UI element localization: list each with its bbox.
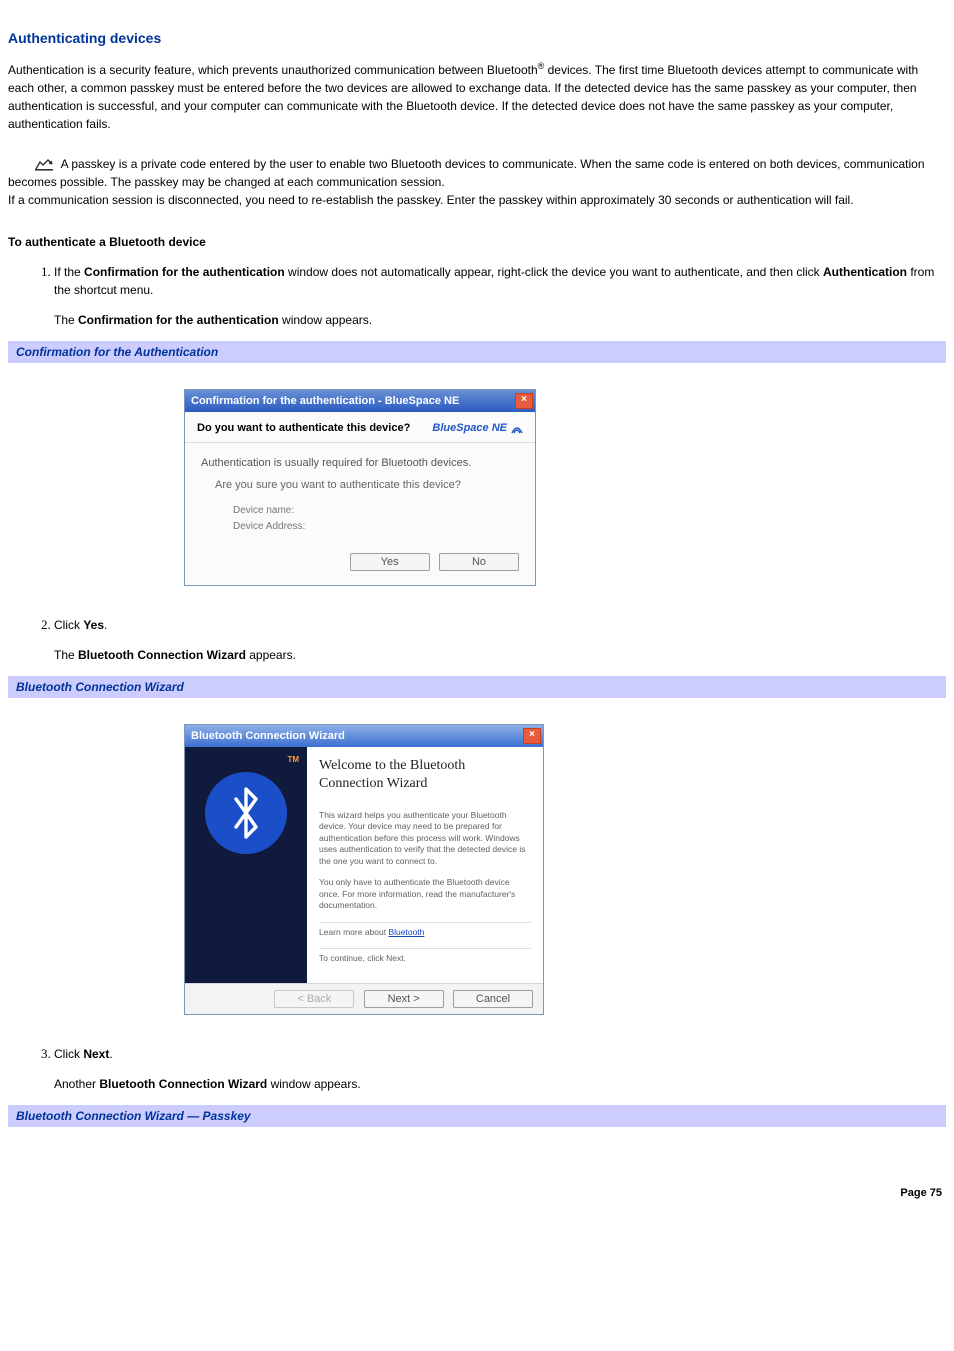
screenshot-wizard-wrapper: Bluetooth Connection Wizard × TM Welcome… [8,698,946,1045]
caption-bar-passkey: Bluetooth Connection Wizard — Passkey [8,1105,946,1127]
step3-follow-a: Another [54,1077,99,1091]
bluespace-logo-text: BlueSpace NE [432,422,507,434]
confirmation-titlebar: Confirmation for the authentication - Bl… [185,390,535,412]
no-button[interactable]: No [439,553,519,571]
signal-icon [511,422,523,434]
wizard-main: Welcome to the Bluetooth Connection Wiza… [307,747,543,983]
bluetooth-icon [205,772,287,854]
bluespace-logo: BlueSpace NE [432,422,523,434]
next-button[interactable]: Next > [364,990,444,1008]
tm-mark: TM [287,755,299,764]
confirmation-button-row: Yes No [185,545,535,585]
note-paragraph-2: If a communication session is disconnect… [8,193,854,207]
note-paragraph-1: A passkey is a private code entered by t… [8,157,925,189]
step2-bold: Yes [83,618,104,632]
wizard-paragraph-2: You only have to authenticate the Blueto… [319,877,531,911]
wizard-welcome-title: Welcome to the Bluetooth Connection Wiza… [319,757,531,792]
wizard-p3-text: Learn more about [319,927,388,937]
intro-paragraph: Authentication is a security feature, wh… [8,60,946,133]
step3-text-a: Click [54,1047,83,1061]
wizard-button-row: < Back Next > Cancel [185,983,543,1014]
page-heading: Authenticating devices [8,30,946,46]
back-button: < Back [274,990,354,1008]
step1-follow-bold: Confirmation for the authentication [78,313,279,327]
confirmation-dialog: Confirmation for the authentication - Bl… [184,389,536,586]
note-icon [34,158,56,172]
step-1: If the Confirmation for the authenticati… [54,263,946,327]
confirmation-title-text: Confirmation for the authentication - Bl… [191,395,459,407]
bluetooth-link[interactable]: Bluetooth [388,927,424,937]
steps-list-3: Click Next. Another Bluetooth Connection… [8,1045,946,1091]
wizard-sep-1 [319,922,531,923]
confirmation-line2: Are you sure you want to authenticate th… [215,479,519,491]
confirmation-line1: Authentication is usually required for B… [201,457,519,469]
step1-bold-window: Confirmation for the authentication [84,265,285,279]
step3-text-c: . [109,1047,112,1061]
page-footer: Page 75 [8,1187,946,1199]
step1-follow-a: The [54,313,78,327]
device-address-label: Device Address: [233,519,519,535]
wizard-sidebar: TM [185,747,307,983]
step2-follow-a: The [54,648,78,662]
wizard-sep-2 [319,948,531,949]
step1-bold-menu: Authentication [823,265,907,279]
caption-bar-wizard: Bluetooth Connection Wizard [8,676,946,698]
step3-follow-bold: Bluetooth Connection Wizard [99,1077,267,1091]
yes-button[interactable]: Yes [350,553,430,571]
steps-list-2: Click Yes. The Bluetooth Connection Wiza… [8,616,946,662]
wizard-paragraph-3: Learn more about Bluetooth [319,927,531,938]
wizard-title-text: Bluetooth Connection Wizard [191,730,345,742]
screenshot-confirmation-wrapper: Confirmation for the authentication - Bl… [8,363,946,616]
wizard-content: TM Welcome to the Bluetooth Connection W… [185,747,543,983]
step2-text-c: . [104,618,107,632]
wizard-paragraph-4: To continue, click Next. [319,953,531,964]
wizard-titlebar: Bluetooth Connection Wizard × [185,725,543,747]
step1-text-a: If the [54,265,84,279]
step3-bold: Next [83,1047,109,1061]
step2-follow-bold: Bluetooth Connection Wizard [78,648,246,662]
device-name-label: Device name: [233,503,519,519]
confirmation-body: Authentication is usually required for B… [185,443,535,545]
step2-text-a: Click [54,618,83,632]
procedure-heading: To authenticate a Bluetooth device [8,235,946,249]
caption-bar-confirmation: Confirmation for the Authentication [8,341,946,363]
confirmation-upper: Do you want to authenticate this device?… [185,412,535,443]
step1-follow-c: window appears. [279,313,372,327]
wizard-dialog: Bluetooth Connection Wizard × TM Welcome… [184,724,544,1015]
step-2: Click Yes. The Bluetooth Connection Wiza… [54,616,946,662]
close-icon[interactable]: × [515,393,533,409]
step2-follow-c: appears. [246,648,296,662]
step-3: Click Next. Another Bluetooth Connection… [54,1045,946,1091]
note-block: A passkey is a private code entered by t… [8,155,946,209]
steps-list: If the Confirmation for the authenticati… [8,263,946,327]
step3-follow-c: window appears. [267,1077,360,1091]
wizard-paragraph-1: This wizard helps you authenticate your … [319,810,531,867]
intro-text-before: Authentication is a security feature, wh… [8,63,538,77]
cancel-button[interactable]: Cancel [453,990,533,1008]
confirmation-question: Do you want to authenticate this device? [197,422,410,434]
close-icon[interactable]: × [523,728,541,744]
step1-text-c: window does not automatically appear, ri… [285,265,823,279]
